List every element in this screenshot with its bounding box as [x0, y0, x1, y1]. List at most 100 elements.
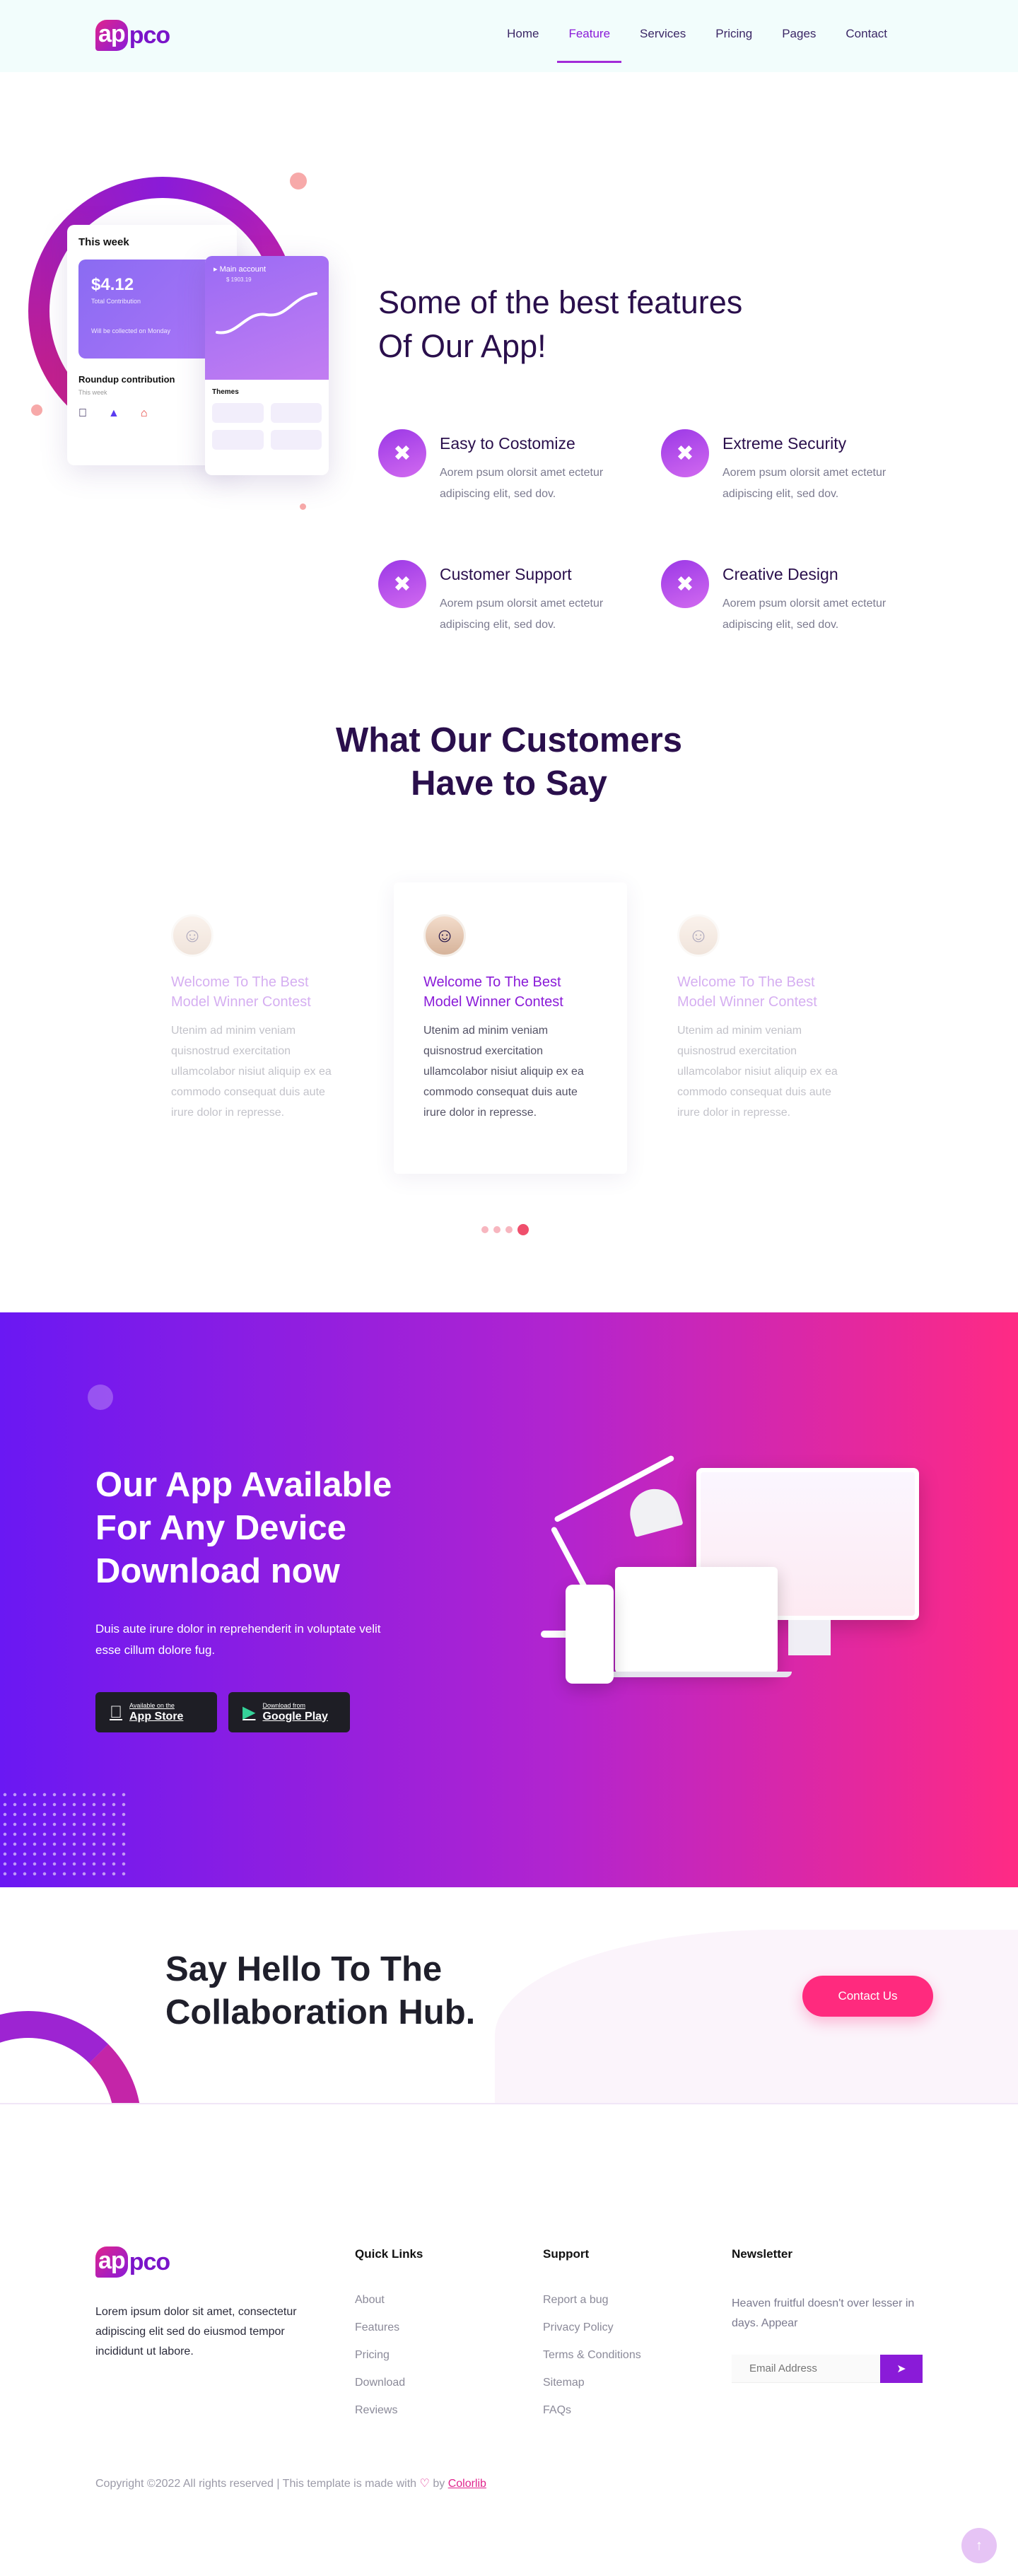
themes-title: Themes	[212, 388, 239, 396]
pager-dot[interactable]	[481, 1226, 488, 1233]
laptop-base	[601, 1672, 792, 1677]
footer-link-download[interactable]: Download	[355, 2377, 423, 2404]
main-nav: Home Feature Services Pricing Pages Cont…	[477, 27, 887, 63]
tools-icon: ✖	[378, 560, 426, 608]
nav-contact[interactable]: Contact	[846, 27, 887, 41]
footer-column-title: Newsletter	[732, 2247, 792, 2261]
arrow-up-icon: ↑	[976, 2537, 983, 2553]
feature-text: Aorem psum olorsit amet ectetur adipisci…	[440, 467, 604, 500]
logo-mark: ap	[95, 20, 128, 51]
theme-swatch	[212, 403, 264, 423]
feature-text: Aorem psum olorsit amet ectetur adipisci…	[722, 598, 887, 631]
email-field[interactable]	[732, 2355, 880, 2383]
google-play-button[interactable]: ▶ Download from Google Play	[228, 1692, 350, 1732]
footer-link-pricing[interactable]: Pricing	[355, 2349, 423, 2377]
feature-text: Aorem psum olorsit amet ectetur adipisci…	[440, 598, 604, 631]
nav-home[interactable]: Home	[507, 27, 539, 41]
pager-dot[interactable]	[505, 1226, 513, 1233]
testimonial-heading: Welcome To The Best Model Winner Contest	[423, 974, 563, 1010]
tools-icon: ✖	[661, 560, 709, 608]
colorlib-link[interactable]: Colorlib	[448, 2478, 486, 2490]
feature-title: Easy to Costomize	[440, 434, 575, 453]
pager-dot-active[interactable]	[517, 1224, 529, 1235]
nav-services[interactable]: Services	[640, 27, 686, 41]
balance-line-chart	[216, 292, 317, 334]
logo-mark: ap	[95, 2246, 128, 2278]
app-banner-text: Duis aute irure dolor in reprehenderit i…	[95, 1622, 381, 1657]
footer-link-report-bug[interactable]: Report a bug	[543, 2294, 641, 2321]
weekly-card-title: This week	[78, 236, 129, 248]
cta-title: Say Hello To The Collaboration Hub.	[165, 1950, 476, 2032]
feature-title: Creative Design	[722, 565, 838, 583]
avatar: ☺	[677, 914, 720, 957]
monitor-stand	[788, 1620, 831, 1655]
testimonial-text: Utenim ad minim veniam quisnostrud exerc…	[677, 1025, 838, 1119]
site-header: ap pco Home Feature Services Pricing Pag…	[0, 0, 1018, 72]
google-play-small-label: Download from	[262, 1701, 305, 1709]
testimonial-card: ☺ Welcome To The Best Model Winner Conte…	[394, 882, 627, 1174]
roundup-icons:  ▲ ⌂	[78, 407, 226, 420]
footer-newsletter: Newsletter Heaven fruitful doesn't over …	[732, 2247, 923, 2383]
app-store-label: App Store	[117, 1710, 183, 1723]
devices-illustration	[537, 1455, 933, 1701]
app-banner-title: Our App Available For Any Device Downloa…	[95, 1466, 392, 1590]
feature-app-mockup: This week $4.12 Total Contribution Will …	[28, 173, 332, 516]
avatar: ☺	[423, 914, 466, 957]
footer-link-reviews[interactable]: Reviews	[355, 2404, 423, 2432]
contribution-panel: $4.12 Total Contribution Will be collect…	[78, 260, 213, 359]
nav-feature[interactable]: Feature	[557, 27, 621, 63]
main-account-balance: $ 1903.19	[226, 276, 252, 283]
footer-column-title: Support	[543, 2247, 590, 2261]
contact-us-button[interactable]: Contact Us	[802, 1976, 933, 2017]
laptop	[615, 1567, 778, 1673]
lamp-head	[624, 1483, 684, 1538]
collaboration-cta: Say Hello To The Collaboration Hub. Cont…	[0, 1887, 1018, 2104]
roundup-title: Roundup contribution	[78, 374, 175, 385]
decorative-dot-grid	[0, 1790, 127, 1882]
nav-pricing[interactable]: Pricing	[715, 27, 752, 41]
testimonial-text: Utenim ad minim veniam quisnostrud exerc…	[171, 1025, 332, 1119]
decorative-dot	[88, 1385, 113, 1410]
footer-link-terms[interactable]: Terms & Conditions	[543, 2349, 641, 2377]
footer-link-about[interactable]: About	[355, 2294, 423, 2321]
footer-logo[interactable]: ap pco	[95, 2246, 170, 2278]
logo-text: pco	[129, 2249, 170, 2275]
carousel-pager	[481, 1224, 529, 1235]
app-store-small-label: Available on the	[117, 1701, 175, 1709]
decorative-dot	[300, 503, 306, 510]
contribution-amount: $4.12	[91, 275, 134, 294]
features-title: Some of the best features Of Our App!	[378, 284, 743, 364]
testimonial-text: Utenim ad minim veniam quisnostrud exerc…	[423, 1025, 584, 1119]
scroll-to-top-button[interactable]: ↑	[961, 2528, 997, 2563]
footer-about: Lorem ipsum dolor sit amet, consectetur …	[95, 2306, 297, 2358]
decorative-ring	[0, 2011, 141, 2103]
nav-pages[interactable]: Pages	[782, 27, 816, 41]
footer-column-title: Quick Links	[355, 2247, 423, 2261]
theme-swatch	[270, 430, 322, 450]
contribution-note: Will be collected on Monday	[91, 327, 171, 334]
pager-dot[interactable]	[493, 1226, 501, 1233]
testimonial-card: ☺ Welcome To The Best Model Winner Conte…	[648, 882, 881, 1174]
testimonial-card: ☺ Welcome To The Best Model Winner Conte…	[141, 882, 375, 1174]
decorative-wave	[495, 1930, 1018, 2103]
feature-text: Aorem psum olorsit amet ectetur adipisci…	[722, 467, 887, 500]
site-logo[interactable]: ap pco	[95, 20, 170, 51]
footer-link-faqs[interactable]: FAQs	[543, 2404, 641, 2432]
theme-swatch	[212, 430, 264, 450]
footer-link-privacy[interactable]: Privacy Policy	[543, 2321, 641, 2349]
app-store-button[interactable]:  Available on the App Store	[95, 1692, 217, 1732]
newsletter-form: ➤	[732, 2355, 923, 2383]
theme-swatches	[212, 403, 322, 450]
subscribe-button[interactable]: ➤	[880, 2355, 923, 2383]
phone	[566, 1585, 614, 1684]
testimonial-heading: Welcome To The Best Model Winner Contest	[677, 974, 817, 1010]
footer-link-sitemap[interactable]: Sitemap	[543, 2377, 641, 2404]
footer-link-features[interactable]: Features	[355, 2321, 423, 2349]
feature-title: Customer Support	[440, 565, 572, 583]
google-play-label: Google Play	[262, 1710, 328, 1723]
app-download-banner: Our App Available For Any Device Downloa…	[0, 1312, 1018, 1887]
home-icon: ⌂	[141, 407, 148, 420]
apple-icon: 	[110, 1703, 122, 1723]
feature-title: Extreme Security	[722, 434, 847, 453]
tools-icon: ✖	[378, 429, 426, 477]
